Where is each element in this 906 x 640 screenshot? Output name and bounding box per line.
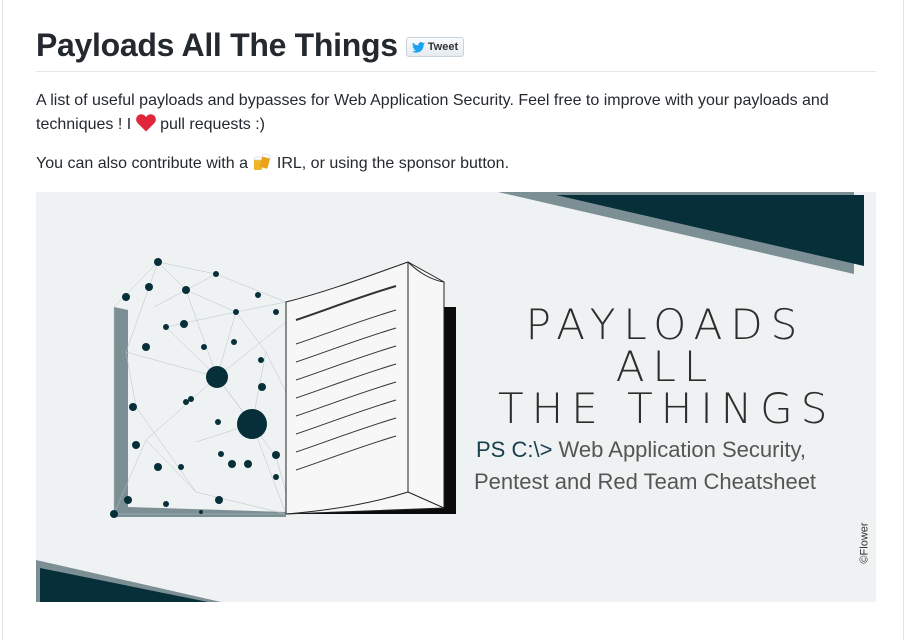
contribute-paragraph: You can also contribute with a IRL, or u… <box>36 152 866 176</box>
banner-title: PAYLOADS ALL THE THINGS <box>498 304 833 430</box>
tweet-label: Tweet <box>427 41 459 53</box>
readme-page: Payloads All The Things Tweet A list of … <box>2 0 904 640</box>
banner-credit: ©Flower <box>858 522 871 564</box>
heart-icon <box>135 114 156 132</box>
banner-subtitle-line2: Pentest and Red Team Cheatsheet <box>474 469 817 494</box>
banner-title-line2: ALL <box>615 342 716 391</box>
banner-subtitle-line1: PS C:\> Web Application Security, <box>476 437 806 463</box>
banner-title-line1: PAYLOADS <box>525 300 806 349</box>
banner-image: PAYLOADS ALL THE THINGS PS C:\> Web Appl… <box>36 192 876 602</box>
beer-icon <box>254 153 272 170</box>
contribute-suffix: IRL, or using the sponsor button. <box>272 155 510 172</box>
network-nodes <box>110 258 280 518</box>
contribute-prefix: You can also contribute with a <box>36 155 253 172</box>
title-divider <box>36 71 876 72</box>
tweet-button[interactable]: Tweet <box>405 37 465 57</box>
book-page <box>285 261 445 515</box>
banner-title-line3: THE THINGS <box>498 384 836 433</box>
banner-ps-prompt: PS C:\> <box>476 437 553 462</box>
intro-suffix: pull requests :) <box>155 116 266 133</box>
banner-subtitle-text: Web Application Security, <box>552 437 806 462</box>
intro-paragraph: A list of useful payloads and bypasses f… <box>36 89 866 137</box>
page-title: Payloads All The Things <box>36 26 398 63</box>
title-row: Payloads All The Things Tweet <box>36 22 876 68</box>
twitter-bird-icon <box>411 41 425 53</box>
